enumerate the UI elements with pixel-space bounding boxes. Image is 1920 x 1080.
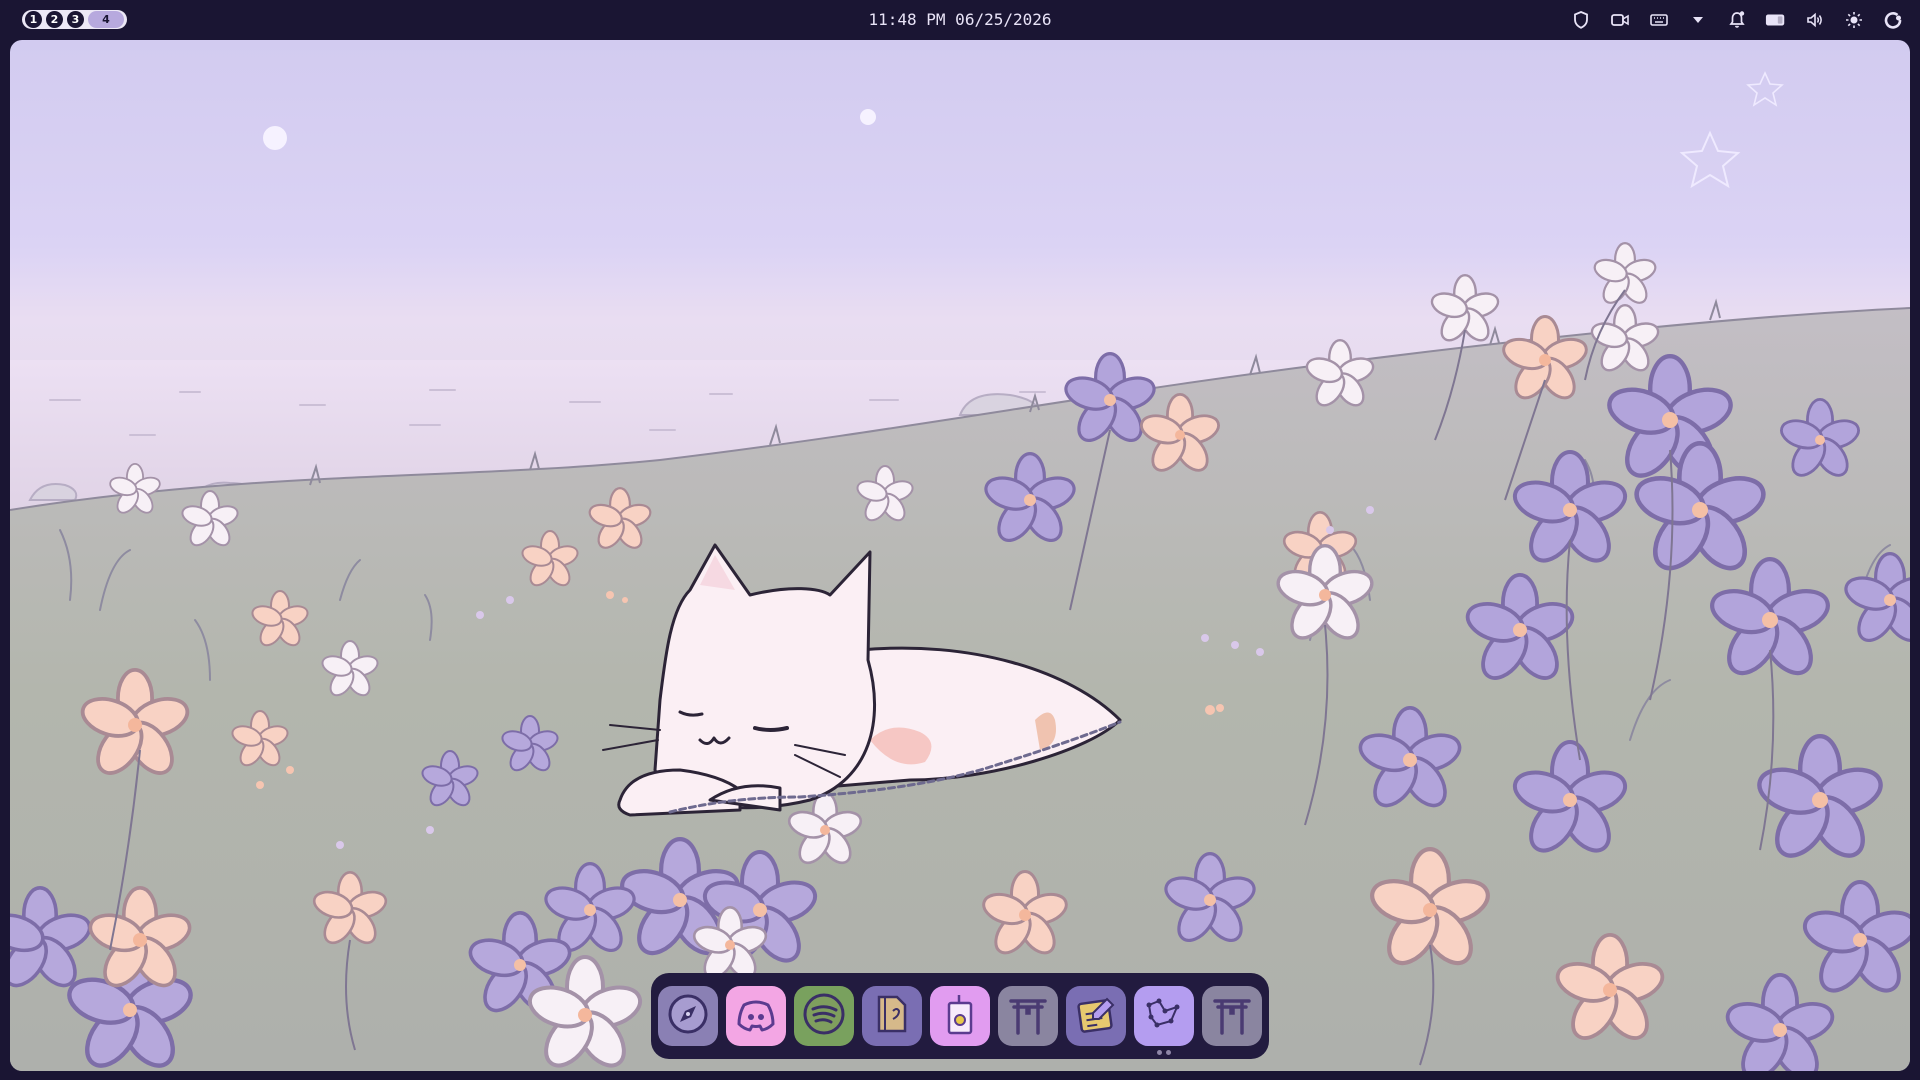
workspace-4-active[interactable]: 4 (88, 11, 124, 28)
constellation-icon (1141, 991, 1187, 1041)
running-indicator (958, 1050, 963, 1055)
moon-center (860, 109, 876, 125)
power-icon[interactable] (1882, 9, 1904, 31)
battery-icon[interactable] (1765, 9, 1787, 31)
dock-app-torii-1[interactable] (998, 986, 1058, 1046)
volume-icon[interactable] (1804, 9, 1826, 31)
top-bar: 1 2 3 4 11:48 PM 06/25/2026 (0, 0, 1920, 40)
torii-gate-icon (1209, 991, 1255, 1041)
compass-icon (665, 991, 711, 1041)
discord-icon (733, 991, 779, 1041)
running-indicator-2 (1166, 1050, 1171, 1055)
workspace-2[interactable]: 2 (46, 11, 63, 28)
star-outline (1679, 130, 1741, 189)
meadow-cat-illustration (10, 71, 1910, 1071)
system-tray (1570, 7, 1904, 33)
dock-app-constellation[interactable] (1134, 986, 1194, 1055)
notes-icon (1073, 991, 1119, 1041)
workspace-1[interactable]: 1 (25, 11, 42, 28)
dock-app-discord[interactable] (726, 986, 786, 1046)
dock-app-compass[interactable] (658, 986, 718, 1046)
workspace-switcher: 1 2 3 4 (22, 10, 127, 29)
brightness-icon[interactable] (1843, 9, 1865, 31)
torii-gate-icon (1005, 991, 1051, 1041)
keyboard-icon[interactable] (1648, 9, 1670, 31)
dropdown-arrow-icon[interactable] (1687, 9, 1709, 31)
dock-app-spotify[interactable] (794, 986, 854, 1046)
notification-bell-icon[interactable] (1726, 9, 1748, 31)
dock-app-file-manager[interactable] (862, 986, 922, 1046)
star-outline-small (1746, 71, 1784, 107)
file-manager-icon (869, 991, 915, 1041)
app-store-icon (937, 991, 983, 1041)
screen-record-icon[interactable] (1609, 9, 1631, 31)
dock (651, 973, 1269, 1059)
spotify-icon (801, 991, 847, 1041)
dock-app-torii-2[interactable] (1202, 986, 1262, 1046)
running-indicator (1157, 1050, 1162, 1055)
workspace-3[interactable]: 3 (67, 11, 84, 28)
dock-app-store[interactable] (930, 986, 990, 1046)
dock-app-notes[interactable] (1066, 986, 1126, 1046)
moon-left (263, 126, 287, 150)
shield-icon[interactable] (1570, 9, 1592, 31)
desktop-wallpaper (10, 40, 1910, 1071)
